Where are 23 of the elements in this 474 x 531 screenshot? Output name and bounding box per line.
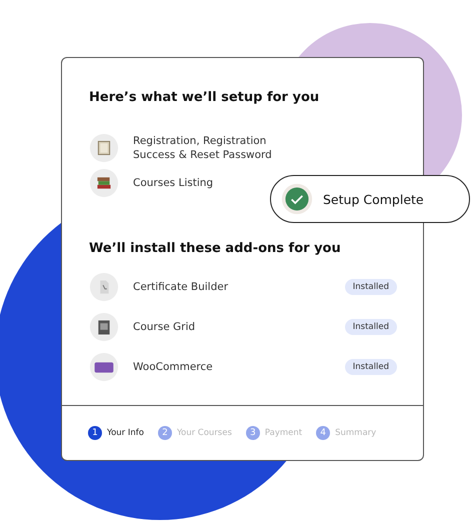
step-number[interactable]: 3 [246,426,260,440]
status-badge: Installed [344,279,397,295]
books-icon [89,168,119,198]
item-label: Courses Listing [133,176,214,190]
status-badge: Installed [344,359,397,375]
addon-name: WooCommerce [133,360,214,374]
step-number[interactable]: 2 [158,426,172,440]
section-title: We’ll install these add-ons for you [89,241,342,256]
item-label: Registration, Registration Success & Reset Password [133,134,273,162]
panel-icon [89,312,119,342]
document-icon [89,272,119,302]
addon-name: Course Grid [133,320,196,334]
step-label[interactable]: Your Info [107,428,144,438]
addon-name: Certificate Builder [133,280,230,294]
step-number[interactable]: 1 [88,426,102,440]
step-label[interactable]: Payment [264,428,302,438]
step-number[interactable]: 4 [316,426,330,440]
step-label[interactable]: Summary [335,428,376,438]
check-icon [281,183,313,215]
status-badge: Installed [344,319,397,335]
step-label[interactable]: Your Courses [176,428,232,438]
status-text: Setup Complete [323,192,424,206]
section-title: Here’s what we’ll setup for you [89,90,320,105]
